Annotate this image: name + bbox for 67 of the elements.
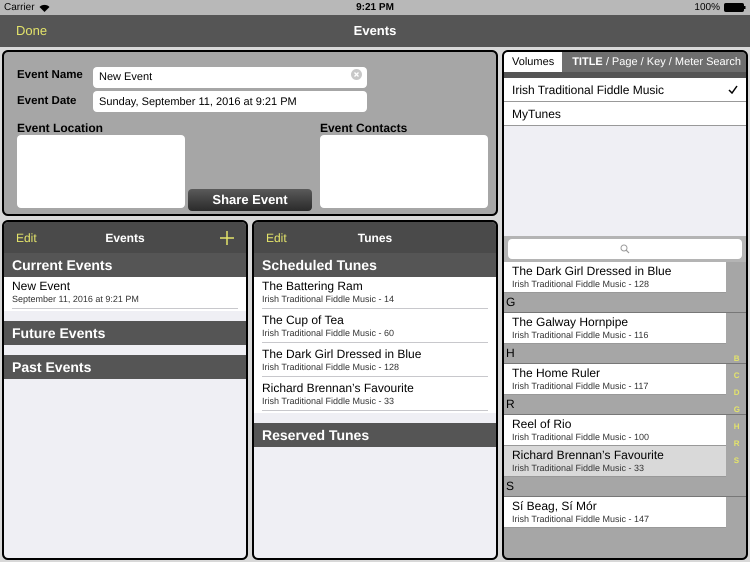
section-header: Past Events: [4, 355, 246, 379]
search-field[interactable]: [508, 239, 742, 259]
panel-title: Tunes: [358, 230, 392, 246]
row-subtitle: Irish Traditional Fiddle Music - 33: [512, 463, 646, 474]
row-subtitle: Irish Traditional Fiddle Music - 14: [262, 294, 396, 305]
clear-icon[interactable]: [351, 69, 362, 80]
row-title: The Dark Girl Dressed in Blue: [512, 264, 672, 279]
row-subtitle: Irish Traditional Fiddle Music - 117: [512, 381, 650, 392]
row-subtitle: Irish Traditional Fiddle Music - 100: [512, 432, 650, 443]
row-title: The Home Ruler: [512, 366, 602, 381]
volume-title: MyTunes: [512, 106, 561, 122]
volume-row[interactable]: Irish Traditional Fiddle Music: [504, 78, 746, 102]
field-label: Event Date: [17, 94, 78, 109]
nav-title: Events: [354, 22, 396, 40]
clock-time: 9:21 PM: [356, 1, 394, 15]
row-subtitle: Irish Traditional Fiddle Music - 33: [262, 396, 396, 407]
row-title: Reel of Rio: [512, 417, 572, 432]
share-event-button[interactable]: Share Event: [188, 189, 312, 211]
field-label: Event Name: [17, 68, 84, 84]
row-subtitle: Irish Traditional Fiddle Music - 128: [512, 279, 650, 290]
field-label: Event Contacts: [320, 120, 408, 137]
section-header: Reserved Tunes: [254, 423, 496, 447]
event-date-field[interactable]: Sunday, September 11, 2016 at 9:21 PM: [93, 91, 367, 112]
volume-row[interactable]: MyTunes: [504, 102, 746, 126]
row-title: Sí Beag, Sí Mór: [512, 499, 598, 514]
segment-tab[interactable]: Volumes: [504, 52, 562, 72]
panel-title: Events: [105, 230, 145, 246]
edit-button[interactable]: Edit: [16, 228, 37, 246]
tune-row[interactable]: Sí Beag, Sí Mór Irish Traditional Fiddle Music - 147: [504, 497, 726, 528]
row-title: New Event: [12, 279, 72, 294]
tune-row[interactable]: The Dark Girl Dressed in Blue Irish Traditional Fiddle Music - 128: [504, 262, 726, 293]
tune-row[interactable]: The Home Ruler Irish Traditional Fiddle Music - 117: [504, 364, 726, 395]
section-header: Current Events: [4, 253, 246, 277]
section-header: Future Events: [4, 321, 246, 345]
list-row[interactable]: The Battering Ram Irish Traditional Fiddle Music - 14: [254, 277, 496, 311]
search-icon: [620, 244, 630, 254]
volume-title: Irish Traditional Fiddle Music: [512, 82, 664, 98]
event-location-field[interactable]: [17, 135, 185, 208]
tune-row[interactable]: Richard Brennan’s Favourite Irish Traditional Fiddle Music - 33: [504, 446, 726, 477]
carrier-label: Carrier: [4, 1, 35, 15]
row-subtitle: Irish Traditional Fiddle Music - 116: [512, 330, 650, 341]
tune-row[interactable]: Reel of Rio Irish Traditional Fiddle Music - 100: [504, 415, 726, 446]
event-contacts-field[interactable]: [320, 135, 488, 208]
tune-row[interactable]: The Galway Hornpipe Irish Traditional Fiddle Music - 116: [504, 313, 726, 344]
battery-icon: [724, 3, 746, 12]
done-button[interactable]: Done: [16, 21, 48, 41]
list-row[interactable]: Richard Brennan’s Favourite Irish Traditional Fiddle Music - 33: [254, 379, 496, 413]
section-header: Scheduled Tunes: [254, 253, 496, 277]
row-title: The Cup of Tea: [262, 313, 345, 328]
row-title: The Dark Girl Dressed in Blue: [262, 347, 422, 362]
add-icon[interactable]: [220, 230, 234, 244]
row-subtitle: Irish Traditional Fiddle Music - 60: [262, 328, 396, 339]
list-row[interactable]: The Cup of Tea Irish Traditional Fiddle Music - 60: [254, 311, 496, 345]
row-title: The Galway Hornpipe: [512, 315, 630, 330]
list-row[interactable]: New Event September 11, 2016 at 9:21 PM: [4, 277, 246, 311]
list-row[interactable]: The Dark Girl Dressed in Blue Irish Traditional Fiddle Music - 128: [254, 345, 496, 379]
wifi-icon: [38, 4, 50, 12]
event-name-field[interactable]: New Event: [93, 66, 367, 88]
field-label: Event Location: [17, 120, 104, 137]
row-subtitle: Irish Traditional Fiddle Music - 128: [262, 362, 400, 373]
row-title: The Battering Ram: [262, 279, 364, 294]
edit-button[interactable]: Edit: [266, 228, 287, 246]
row-subtitle: Irish Traditional Fiddle Music - 147: [512, 514, 650, 525]
row-subtitle: September 11, 2016 at 9:21 PM: [12, 294, 140, 305]
row-title: Richard Brennan’s Favourite: [262, 381, 415, 396]
battery-percent: 100%: [694, 1, 720, 15]
row-title: Richard Brennan’s Favourite: [512, 448, 665, 463]
